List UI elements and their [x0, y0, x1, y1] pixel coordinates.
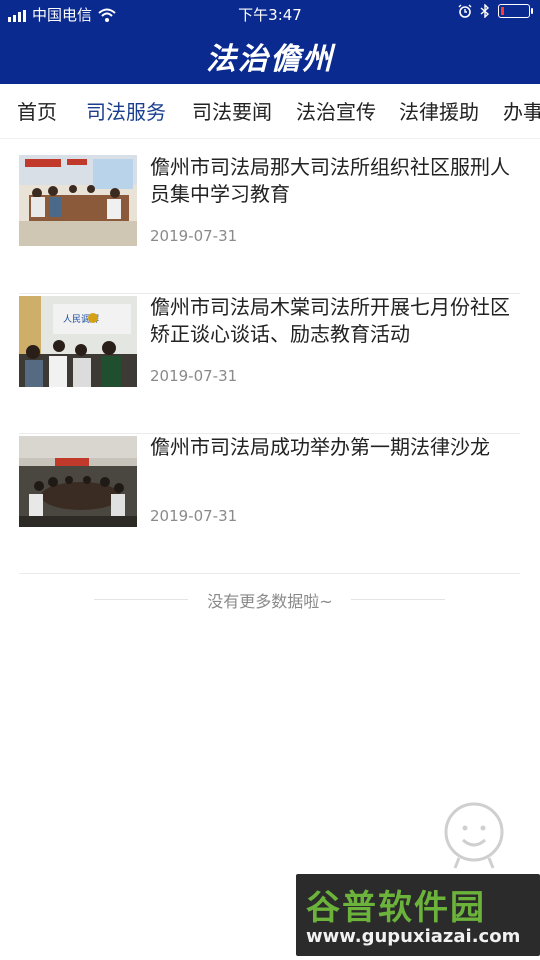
- list-item[interactable]: 儋州市司法局那大司法所组织社区服刑人员集中学习教育 2019-07-31: [19, 154, 520, 294]
- watermark-title-text: 谷普软件园: [306, 888, 486, 928]
- article-list: 儋州市司法局那大司法所组织社区服刑人员集中学习教育 2019-07-31 人民调…: [19, 154, 520, 574]
- tab-legal-publicity[interactable]: 法治宣传: [296, 96, 376, 125]
- list-item[interactable]: 人民调解 儋州市司法局木棠司法所开展七月份社区矫正谈心谈话、励志教育活动 201…: [19, 294, 520, 434]
- watermark-title: 谷普软件园: [306, 880, 486, 929]
- article-title: 儋州市司法局木棠司法所开展七月份社区矫正谈心谈话、励志教育活动: [150, 295, 510, 346]
- tab-legal-aid[interactable]: 法律援助: [399, 96, 479, 125]
- article-thumbnail: 人民调解: [19, 296, 137, 387]
- article-date: 2019-07-31: [150, 367, 238, 385]
- list-item[interactable]: 儋州市司法局成功举办第一期法律沙龙 2019-07-31: [19, 434, 520, 574]
- alarm-icon: [458, 4, 472, 18]
- article-date: 2019-07-31: [150, 227, 238, 245]
- article-thumbnail: [19, 155, 137, 246]
- smiley-mascot-icon: [444, 802, 504, 869]
- battery-icon: [498, 4, 533, 18]
- brand-logo-text: 法治儋州: [206, 42, 334, 77]
- bluetooth-icon: [480, 4, 490, 18]
- list-end-indicator: 没有更多数据啦~: [0, 588, 540, 612]
- tab-home[interactable]: 首页: [17, 96, 57, 125]
- status-bar: 中国电信 下午3:47: [0, 0, 540, 28]
- app-header: 中国电信 下午3:47 法治儋州: [0, 0, 540, 84]
- tab-judicial-news[interactable]: 司法要闻: [192, 96, 272, 125]
- tab-services[interactable]: 办事: [503, 96, 540, 125]
- category-tabs: 首页 司法服务 司法要闻 法治宣传 法律援助 办事: [0, 84, 540, 139]
- article-date: 2019-07-31: [150, 507, 238, 525]
- watermark-logo: 谷普软件园 www.gupuxiazai.com: [296, 874, 540, 956]
- article-title: 儋州市司法局成功举办第一期法律沙龙: [150, 435, 490, 459]
- list-end-text: 没有更多数据啦~: [207, 592, 333, 611]
- tab-judicial-services[interactable]: 司法服务: [86, 96, 166, 125]
- article-thumbnail: [19, 436, 137, 527]
- article-title: 儋州市司法局那大司法所组织社区服刑人员集中学习教育: [150, 155, 510, 206]
- watermark-url: www.gupuxiazai.com: [306, 926, 521, 947]
